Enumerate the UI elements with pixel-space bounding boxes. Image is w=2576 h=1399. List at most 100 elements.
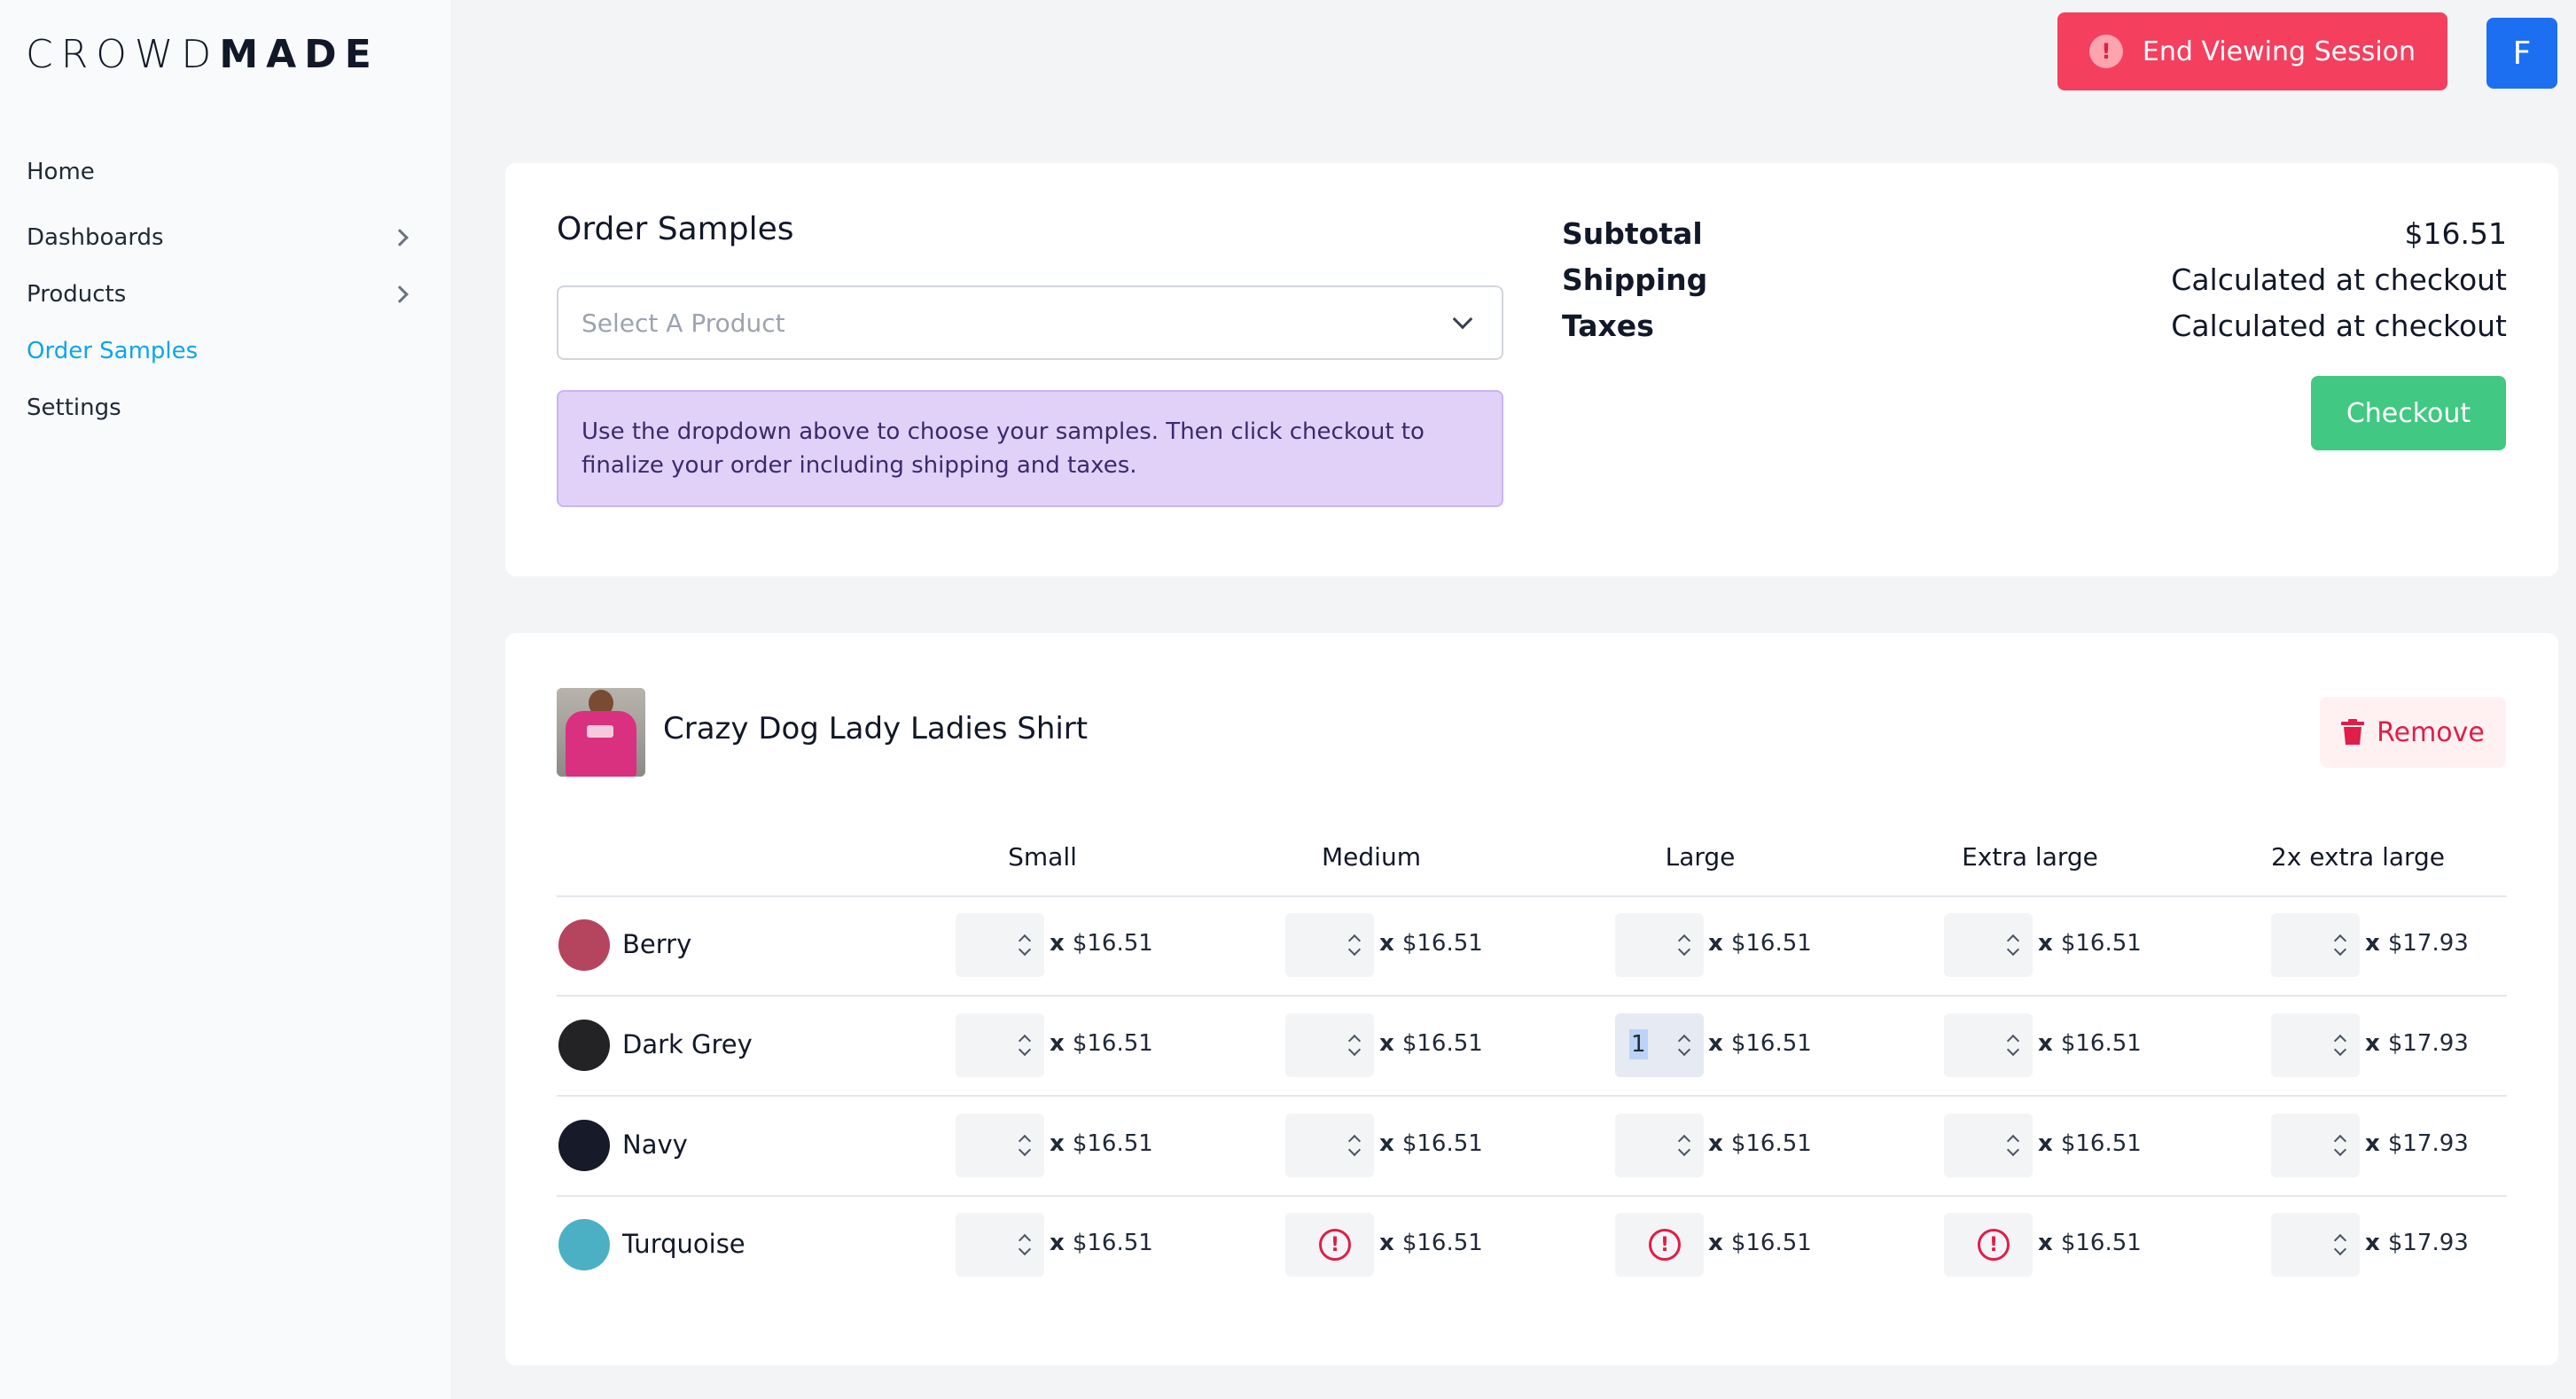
user-avatar[interactable]: F bbox=[2486, 18, 2557, 89]
price-value: $16.51 bbox=[2060, 1230, 2142, 1256]
spinner-arrows-icon[interactable] bbox=[2333, 933, 2346, 957]
row-divider bbox=[557, 1095, 2507, 1097]
unit-price: x $16.51 bbox=[1050, 1130, 1153, 1157]
spinner-arrows-icon[interactable] bbox=[1677, 933, 1690, 957]
price-value: $16.51 bbox=[1730, 930, 1812, 957]
quantity-stepper[interactable] bbox=[1615, 913, 1704, 977]
end-viewing-session-button[interactable]: ! End Viewing Session bbox=[2057, 12, 2447, 90]
error-icon: ! bbox=[1319, 1229, 1351, 1261]
sidebar-item-label: Home bbox=[27, 159, 95, 185]
sidebar-item-home[interactable]: Home bbox=[0, 149, 452, 195]
sidebar-item-settings[interactable]: Settings bbox=[0, 381, 452, 434]
quantity-stepper[interactable]: ! bbox=[1285, 1213, 1374, 1277]
multiply-sign: x bbox=[1379, 930, 1402, 957]
price-value: $16.51 bbox=[2060, 1130, 2142, 1157]
error-icon: ! bbox=[1978, 1229, 2010, 1261]
quantity-stepper[interactable] bbox=[956, 1213, 1044, 1277]
multiply-sign: x bbox=[2038, 1230, 2061, 1256]
quantity-stepper[interactable]: 1 bbox=[1615, 1013, 1704, 1077]
product-select[interactable]: Select A Product bbox=[557, 285, 1503, 360]
unit-price: x $16.51 bbox=[1708, 1230, 1812, 1256]
multiply-sign: x bbox=[1708, 930, 1731, 957]
price-value: $16.51 bbox=[1401, 1030, 1483, 1057]
multiply-sign: x bbox=[2038, 930, 2061, 957]
spinner-arrows-icon[interactable] bbox=[2006, 933, 2018, 957]
spinner-arrows-icon[interactable] bbox=[1018, 1033, 1030, 1058]
price-value: $16.51 bbox=[1730, 1230, 1812, 1256]
price-value: $16.51 bbox=[1730, 1030, 1812, 1057]
checkout-button[interactable]: Checkout bbox=[2311, 376, 2506, 450]
spinner-arrows-icon[interactable] bbox=[2333, 1133, 2346, 1158]
color-swatch bbox=[558, 919, 610, 971]
row-divider bbox=[557, 895, 2507, 897]
quantity-stepper[interactable]: ! bbox=[1944, 1213, 2033, 1277]
quantity-stepper[interactable] bbox=[2271, 1114, 2360, 1177]
sidebar-item-dashboards[interactable]: Dashboards bbox=[0, 211, 452, 264]
spinner-arrows-icon[interactable] bbox=[1018, 1133, 1030, 1158]
info-message: Use the dropdown above to choose your sa… bbox=[557, 390, 1503, 507]
unit-price: x $16.51 bbox=[2038, 1030, 2142, 1057]
spinner-arrows-icon[interactable] bbox=[1347, 1033, 1360, 1058]
spinner-arrows-icon[interactable] bbox=[2333, 1033, 2346, 1058]
spinner-arrows-icon[interactable] bbox=[1347, 933, 1360, 957]
sidebar-item-products[interactable]: Products bbox=[0, 268, 452, 321]
multiply-sign: x bbox=[1050, 1230, 1073, 1256]
multiply-sign: x bbox=[1050, 930, 1073, 957]
brand-logo[interactable]: CROWDMADE bbox=[26, 32, 379, 77]
quantity-stepper[interactable] bbox=[1285, 1114, 1374, 1177]
brand-logo-light: CROWD bbox=[26, 32, 220, 77]
summary-taxes: Taxes Calculated at checkout bbox=[1562, 303, 2507, 348]
price-value: $16.51 bbox=[1401, 1130, 1483, 1157]
quantity-stepper[interactable] bbox=[1285, 913, 1374, 977]
unit-price: x $16.51 bbox=[1379, 1030, 1483, 1057]
summary-label: Taxes bbox=[1562, 308, 1654, 343]
sidebar-item-label: Settings bbox=[27, 395, 121, 421]
multiply-sign: x bbox=[1379, 1030, 1402, 1057]
quantity-stepper[interactable] bbox=[2271, 1013, 2360, 1077]
alert-icon: ! bbox=[2088, 35, 2123, 68]
quantity-stepper[interactable] bbox=[1944, 913, 2033, 977]
unit-price: x $16.51 bbox=[1050, 930, 1153, 957]
price-value: $16.51 bbox=[2060, 930, 2142, 957]
quantity-stepper[interactable] bbox=[2271, 913, 2360, 977]
spinner-arrows-icon[interactable] bbox=[1347, 1133, 1360, 1158]
spinner-arrows-icon[interactable] bbox=[2333, 1232, 2346, 1257]
sidebar-item-order-samples[interactable]: Order Samples bbox=[0, 324, 452, 378]
spinner-arrows-icon[interactable] bbox=[2006, 1133, 2018, 1158]
size-color-grid: Small Medium Large Extra large 2x extra larg… bbox=[505, 633, 2558, 1365]
quantity-stepper[interactable] bbox=[1944, 1114, 2033, 1177]
color-name: Turquoise bbox=[622, 1229, 745, 1259]
unit-price: x $16.51 bbox=[1050, 1030, 1153, 1057]
unit-price: x $16.51 bbox=[1708, 930, 1812, 957]
end-viewing-session-label: End Viewing Session bbox=[2142, 35, 2416, 67]
color-swatch bbox=[558, 1219, 610, 1270]
quantity-stepper[interactable] bbox=[956, 1114, 1044, 1177]
summary-value: $16.51 bbox=[2404, 215, 2507, 251]
spinner-arrows-icon[interactable] bbox=[1018, 1232, 1030, 1257]
multiply-sign: x bbox=[2038, 1030, 2061, 1057]
unit-price: x $16.51 bbox=[1708, 1030, 1812, 1057]
quantity-value: 1 bbox=[1629, 1029, 1648, 1059]
spinner-arrows-icon[interactable] bbox=[2006, 1033, 2018, 1058]
product-select-placeholder: Select A Product bbox=[582, 308, 785, 338]
spinner-arrows-icon[interactable] bbox=[1677, 1133, 1690, 1158]
quantity-stepper[interactable] bbox=[1944, 1013, 2033, 1077]
order-samples-card: Order Samples Select A Product Use the d… bbox=[505, 163, 2558, 576]
unit-price: x $17.93 bbox=[2365, 1230, 2469, 1256]
unit-price: x $16.51 bbox=[2038, 930, 2142, 957]
price-value: $17.93 bbox=[2387, 930, 2469, 957]
price-value: $16.51 bbox=[1401, 930, 1483, 957]
spinner-arrows-icon[interactable] bbox=[1677, 1033, 1690, 1058]
quantity-stepper[interactable] bbox=[956, 1013, 1044, 1077]
multiply-sign: x bbox=[2365, 1230, 2388, 1256]
unit-price: x $16.51 bbox=[2038, 1230, 2142, 1256]
quantity-stepper[interactable] bbox=[956, 913, 1044, 977]
quantity-stepper[interactable] bbox=[1285, 1013, 1374, 1077]
multiply-sign: x bbox=[1050, 1030, 1073, 1057]
quantity-stepper[interactable] bbox=[1615, 1114, 1704, 1177]
chevron-right-icon bbox=[391, 285, 409, 303]
quantity-stepper[interactable]: ! bbox=[1615, 1213, 1704, 1277]
spinner-arrows-icon[interactable] bbox=[1018, 933, 1030, 957]
chevron-right-icon bbox=[391, 229, 409, 246]
quantity-stepper[interactable] bbox=[2271, 1213, 2360, 1277]
